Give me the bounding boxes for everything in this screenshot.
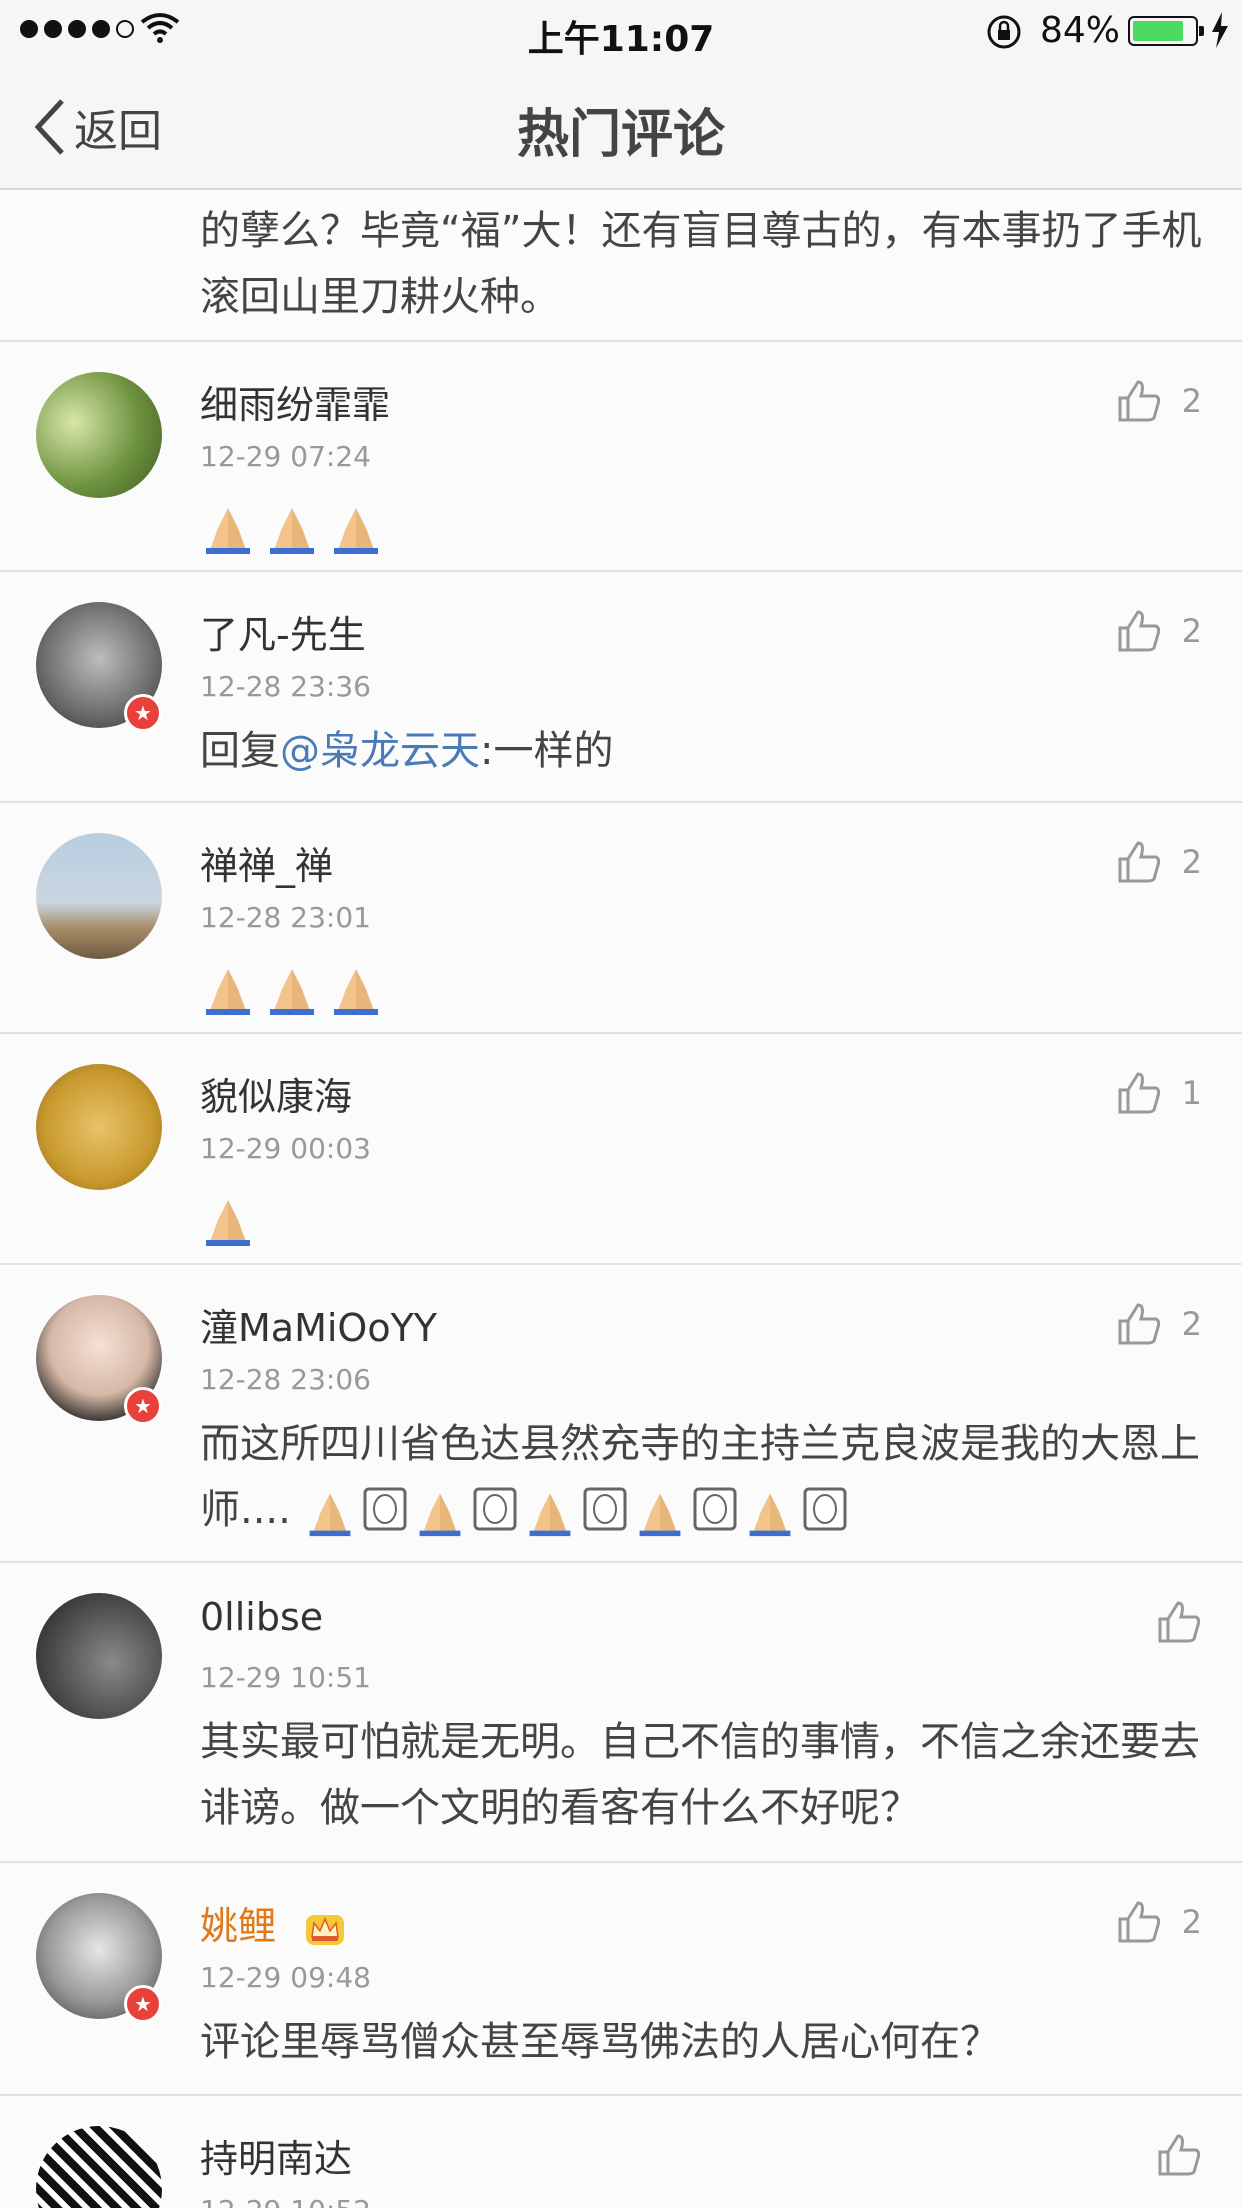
verified-badge-icon: ★ <box>124 1387 162 1425</box>
like-count: 2 <box>1181 1305 1202 1343</box>
top-bar: 上午11:07 84% 返回 热门评论 <box>0 0 1242 190</box>
comment-text: 回复@枭龙云天:一样的 <box>200 718 1202 784</box>
thumbs-up-icon <box>1118 1901 1160 1943</box>
comment-time: 12-29 07:24 <box>200 440 371 473</box>
comment-item[interactable]: 持明南达 12-29 10:52 <box>0 2096 1242 2208</box>
reply-prefix: 回复 <box>200 728 280 774</box>
emoji-row <box>200 1192 256 1252</box>
praying-hands-icon <box>309 1493 351 1537</box>
comment-item[interactable]: 貌似康海 12-29 00:03 1 <box>0 1034 1242 1265</box>
comment-text: 其实最可怕就是无明。自己不信的事情，不信之余还要去诽谤。做一个文明的看客有什么不… <box>200 1719 1200 1831</box>
like-count: 2 <box>1181 612 1202 650</box>
status-bar: 上午11:07 84% <box>0 0 1242 60</box>
like-count: 2 <box>1181 843 1202 881</box>
like-button[interactable]: 2 <box>1116 378 1202 424</box>
battery-icon <box>1128 16 1204 46</box>
like-button[interactable]: 2 <box>1116 839 1202 885</box>
alien-face-icon <box>583 1487 627 1531</box>
author-name: 姚鲤 <box>200 1904 277 1948</box>
avatar[interactable] <box>36 833 162 959</box>
comment-time: 12-29 00:03 <box>200 1132 371 1165</box>
avatar[interactable] <box>36 372 162 498</box>
like-count: 2 <box>1181 1903 1202 1941</box>
like-count: 1 <box>1181 1074 1202 1112</box>
comment-author[interactable]: 持明南达 <box>200 2128 352 2183</box>
comment-author[interactable]: 禅禅_禅 <box>200 835 333 890</box>
comment-time: 12-28 23:36 <box>200 670 371 703</box>
comment-list: 的孽么？毕竟“福”大！还有盲目尊古的，有本事扔了手机滚回山里刀耕火种。 细雨纷霏… <box>0 190 1242 2208</box>
praying-hands-icon <box>529 1493 571 1537</box>
comment-author[interactable]: 潼MaMiOoYY <box>200 1297 437 1352</box>
comment-item[interactable]: ★ 潼MaMiOoYY 12-28 23:06 2 而这所四川省色达县然充寺的主… <box>0 1265 1242 1563</box>
thumbs-up-icon <box>1118 1303 1160 1345</box>
emoji-row <box>200 961 384 1021</box>
comment-item[interactable]: 细雨纷霏霏 12-29 07:24 2 <box>0 342 1242 572</box>
like-button[interactable]: 2 <box>1116 1301 1202 1347</box>
praying-hands-icon <box>419 1493 461 1537</box>
comment-item[interactable]: ★ 了凡-先生 12-28 23:36 2 回复@枭龙云天:一样的 <box>0 572 1242 803</box>
page-title: 热门评论 <box>516 105 725 165</box>
mention-link[interactable]: @枭龙云天 <box>280 728 480 774</box>
reply-text: :一样的 <box>480 728 614 774</box>
comment-text: 而这所四川省色达县然充寺的主持兰克良波是我的大恩上师.... <box>200 1411 1202 1543</box>
avatar[interactable] <box>36 1593 162 1719</box>
thumbs-up-icon <box>1158 2134 1201 2176</box>
verified-badge-icon: ★ <box>124 1985 162 2023</box>
rotation-lock-icon <box>987 15 1021 49</box>
comment-author[interactable]: 貌似康海 <box>200 1066 352 1121</box>
praying-hands-icon <box>749 1493 791 1537</box>
praying-hands-icon <box>328 961 384 1021</box>
praying-hands-icon <box>264 500 320 560</box>
verified-badge-icon: ★ <box>124 694 162 732</box>
alien-face-icon <box>363 1487 407 1531</box>
alien-face-icon <box>693 1487 737 1531</box>
emoji-row <box>200 500 384 560</box>
praying-hands-icon <box>200 1192 256 1252</box>
like-count: 2 <box>1181 382 1202 420</box>
comment-item[interactable]: 0llibse 12-29 10:51 其实最可怕就是无明。自己不信的事情，不信… <box>0 1563 1242 1863</box>
praying-hands-icon <box>200 961 256 1021</box>
thumbs-up-icon <box>1158 1601 1201 1643</box>
comment-author[interactable]: 0llibse <box>200 1595 323 1639</box>
comment-time: 12-29 10:52 <box>200 2194 371 2208</box>
praying-hands-icon <box>639 1493 681 1537</box>
praying-hands-icon <box>264 961 320 1021</box>
praying-hands-icon <box>200 500 256 560</box>
like-button[interactable] <box>1156 2132 1202 2178</box>
comment-item[interactable]: ★ 姚鲤 12-29 09:48 2 评论里辱骂僧众甚至辱骂佛法的人居心何在？ <box>0 1863 1242 2096</box>
emoji-sequence <box>304 1486 848 1538</box>
comment-time: 12-28 23:01 <box>200 901 371 934</box>
like-button[interactable]: 1 <box>1116 1070 1202 1116</box>
comment-time: 12-29 10:51 <box>200 1661 371 1694</box>
like-button[interactable] <box>1156 1599 1202 1645</box>
alien-face-icon <box>803 1487 847 1531</box>
thumbs-up-icon <box>1118 841 1160 883</box>
like-button[interactable]: 2 <box>1116 1899 1202 1945</box>
comment-author[interactable]: 了凡-先生 <box>200 604 366 659</box>
charging-icon <box>1212 12 1228 48</box>
thumbs-up-icon <box>1118 610 1160 652</box>
avatar[interactable] <box>36 1064 162 1190</box>
like-button[interactable]: 2 <box>1116 608 1202 654</box>
alien-face-icon <box>473 1487 517 1531</box>
thumbs-up-icon <box>1118 1072 1160 1114</box>
comment-time: 12-29 09:48 <box>200 1961 371 1994</box>
battery-percent: 84% <box>1040 10 1121 51</box>
vip-crown-icon <box>306 1914 345 1945</box>
praying-hands-icon <box>328 500 384 560</box>
thumbs-up-icon <box>1118 380 1160 422</box>
comment-partial-text: 的孽么？毕竟“福”大！还有盲目尊古的，有本事扔了手机滚回山里刀耕火种。 <box>0 190 1242 342</box>
comment-time: 12-28 23:06 <box>200 1363 371 1396</box>
avatar[interactable] <box>36 2126 162 2208</box>
comment-text: 评论里辱骂僧众甚至辱骂佛法的人居心何在？ <box>200 2019 1000 2065</box>
comment-item[interactable]: 禅禅_禅 12-28 23:01 2 <box>0 803 1242 1034</box>
comment-author[interactable]: 姚鲤 <box>200 1895 348 1950</box>
comment-author[interactable]: 细雨纷霏霏 <box>200 374 390 429</box>
